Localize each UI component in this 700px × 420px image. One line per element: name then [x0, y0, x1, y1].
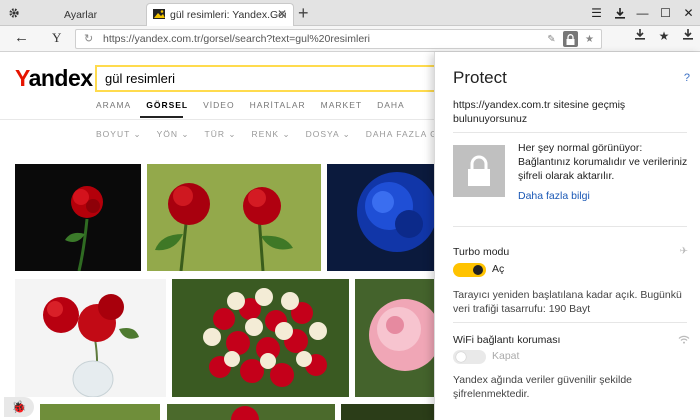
- turbo-title: Turbo modu: [453, 246, 510, 258]
- lock-icon: [453, 145, 505, 197]
- nav-tab-gorsel[interactable]: GÖRSEL: [146, 100, 188, 110]
- download-icon[interactable]: [608, 0, 631, 26]
- separator: [453, 322, 687, 323]
- address-bar-icons: ✎ ★: [544, 31, 597, 47]
- image-result[interactable]: [167, 404, 335, 420]
- connection-status: Her şey normal görünüyor: Bağlantınız ko…: [518, 142, 688, 182]
- toggle-knob: [473, 265, 483, 275]
- download-icon[interactable]: [680, 29, 696, 43]
- filter-renk[interactable]: RENK ⌄: [251, 129, 290, 140]
- image-result[interactable]: [327, 164, 437, 271]
- yandex-logo[interactable]: Yandex: [15, 65, 93, 92]
- arrow-left-icon[interactable]: ←: [14, 29, 29, 46]
- yandex-images-favicon: [153, 8, 165, 22]
- help-icon[interactable]: ?: [684, 72, 690, 84]
- image-result[interactable]: [172, 279, 349, 397]
- minimize-icon[interactable]: —: [631, 0, 654, 26]
- search-input[interactable]: gül resimleri: [95, 65, 445, 92]
- search-value: gül resimleri: [105, 71, 176, 86]
- address-bar[interactable]: ↻ https://yandex.com.tr/gorsel/search?te…: [75, 29, 602, 49]
- nav-tab-haritalar[interactable]: HARİTALAR: [250, 100, 306, 110]
- site-info: https://yandex.com.tr sitesine geçmiş bu…: [453, 99, 626, 125]
- separator: [453, 226, 687, 227]
- nav-tab-video[interactable]: VİDEO: [203, 100, 234, 110]
- image-result[interactable]: [15, 164, 141, 271]
- star-icon[interactable]: ★: [582, 31, 597, 47]
- image-result[interactable]: [341, 404, 437, 420]
- wifi-toggle[interactable]: [453, 350, 486, 364]
- more-info-link[interactable]: Daha fazla bilgi: [518, 190, 590, 202]
- image-result[interactable]: [15, 279, 166, 397]
- tab-settings-label: Ayarlar: [64, 8, 98, 21]
- active-tab-underline: [140, 116, 183, 118]
- close-window-icon[interactable]: ✕: [677, 0, 700, 26]
- protect-panel: Protect ? https://yandex.com.tr sitesine…: [434, 52, 700, 420]
- separator: [453, 132, 687, 133]
- turbo-toggle[interactable]: [453, 263, 486, 277]
- protect-title: Protect: [453, 68, 507, 87]
- hamburger-icon[interactable]: ☰: [585, 0, 608, 26]
- image-result[interactable]: [355, 279, 437, 397]
- plus-icon[interactable]: +: [298, 3, 309, 24]
- tab-bar: Ayarlar gül resimleri: Yandex.Görsel ✕ +…: [0, 0, 700, 26]
- filter-yon[interactable]: YÖN ⌄: [157, 129, 190, 140]
- wifi-description: Yandex ağında veriler güvenilir şekilde …: [453, 374, 632, 400]
- turbo-state: Aç: [492, 263, 505, 275]
- tab-active-label: gül resimleri: Yandex.Görsel: [170, 9, 286, 21]
- yandex-y-icon[interactable]: Y: [52, 30, 61, 46]
- tab-gul-resimleri[interactable]: gül resimleri: Yandex.Görsel ✕: [146, 3, 294, 26]
- nav-tab-market[interactable]: MARKET: [321, 100, 362, 110]
- wifi-icon: [678, 335, 690, 347]
- nav-tab-daha[interactable]: DAHA: [377, 100, 405, 110]
- navigation-bar: ← Y ↻ https://yandex.com.tr/gorsel/searc…: [0, 26, 700, 52]
- turbo-description: Tarayıcı yeniden başlatılana kadar açık.…: [453, 289, 682, 315]
- nav-right-icons: ★: [632, 29, 696, 43]
- image-result[interactable]: [40, 404, 160, 420]
- close-icon[interactable]: ✕: [277, 7, 287, 21]
- url-text[interactable]: https://yandex.com.tr/gorsel/search?text…: [103, 33, 370, 45]
- filter-bar: BOYUT ⌄ YÖN ⌄ TÜR ⌄ RENK ⌄ DOSYA ⌄ DAHA …: [96, 129, 472, 140]
- tab-settings[interactable]: Ayarlar: [0, 3, 145, 26]
- search-nav-tabs: ARAMA GÖRSEL VİDEO HARİTALAR MARKET DAHA: [96, 100, 405, 110]
- window-controls: ☰ — ☐ ✕: [585, 0, 700, 26]
- image-result[interactable]: [147, 164, 321, 271]
- filter-boyut[interactable]: BOYUT ⌄: [96, 129, 142, 140]
- download-icon[interactable]: [632, 29, 648, 43]
- gear-icon[interactable]: [8, 7, 20, 22]
- wifi-title: WiFi bağlantı koruması: [453, 334, 561, 346]
- star-icon[interactable]: ★: [656, 29, 672, 43]
- toggle-knob: [456, 352, 466, 362]
- maximize-icon[interactable]: ☐: [654, 0, 677, 26]
- filter-tur[interactable]: TÜR ⌄: [205, 129, 237, 140]
- wifi-state: Kapat: [492, 350, 520, 362]
- rocket-icon: ✈: [679, 246, 688, 257]
- filter-dosya[interactable]: DOSYA ⌄: [306, 129, 351, 140]
- reload-icon[interactable]: ↻: [84, 32, 93, 45]
- nav-tab-arama[interactable]: ARAMA: [96, 100, 131, 110]
- wrench-icon[interactable]: ✎: [544, 31, 559, 47]
- ladybug-icon[interactable]: 🐞: [4, 397, 34, 417]
- lock-icon[interactable]: [563, 31, 578, 47]
